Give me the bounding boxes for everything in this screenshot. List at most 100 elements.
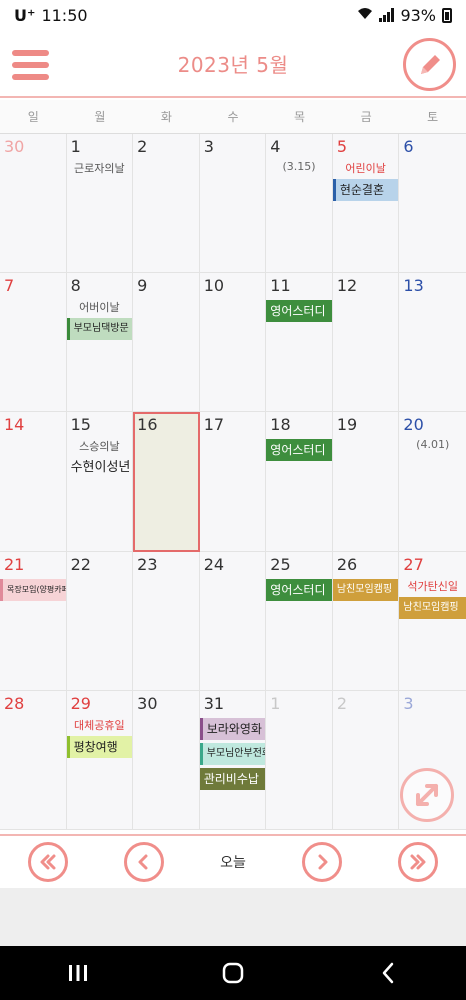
weekday-label: 토 (427, 110, 439, 124)
day-cell[interactable]: 29 대체공휴일 평창여행 (66, 690, 134, 830)
today-button[interactable]: 오늘 (220, 852, 246, 872)
signal-icon (379, 8, 395, 22)
day-cell[interactable]: 6 (399, 134, 466, 274)
day-cell[interactable]: 26 남친모임캠핑 (332, 551, 400, 691)
day-number: 31 (203, 693, 225, 713)
chevron-right-icon (318, 854, 328, 870)
day-number: 16 (137, 415, 158, 435)
day-cell[interactable]: 20 (4.01) (399, 412, 466, 552)
day-cell[interactable]: 30 (0, 134, 67, 274)
day-cell[interactable]: 27 석가탄신일 남친모임캠핑 (399, 552, 466, 691)
day-cell[interactable]: 5 어린이날 현순결혼 (332, 134, 400, 274)
pencil-icon (420, 54, 440, 74)
day-cell[interactable]: 1 근로자의날 (66, 134, 134, 274)
day-cell[interactable]: 9 (133, 273, 200, 413)
holiday-label: 석가탄신일 (407, 579, 458, 593)
day-number: 8 (70, 276, 81, 296)
day-cell[interactable]: 13 (399, 273, 466, 413)
day-cell[interactable]: 31 보라와영화 부모님안부전화 관리비수납 (199, 690, 267, 830)
expand-icon (416, 784, 438, 806)
calendar-event[interactable]: 영어스터디 (266, 439, 332, 462)
calendar-event[interactable]: 영어스터디 (266, 578, 332, 601)
home-button[interactable] (203, 953, 263, 993)
day-number: 23 (137, 554, 158, 574)
calendar-event[interactable]: 평창여행 (66, 735, 133, 758)
calendar-event[interactable]: 수현이성년 (67, 457, 133, 479)
holiday-label: 대체공휴일 (74, 718, 125, 732)
recent-apps-button[interactable] (48, 953, 108, 993)
day-number: 20 (403, 415, 424, 435)
last-month-button[interactable] (397, 842, 438, 882)
calendar-event[interactable]: 현순결혼 (332, 179, 399, 201)
calendar-event[interactable]: 남친모임캠핑 (399, 596, 466, 619)
day-number: 2 (336, 693, 348, 713)
home-icon (222, 962, 244, 984)
menu-button[interactable] (12, 50, 49, 80)
calendar-event[interactable]: 영어스터디 (266, 300, 332, 323)
calendar-grid: 30 1 근로자의날 2 3 4 (3.15) 5 어린이날 현순결혼 6 7 8 어버이날 부모님댁방문 9… (0, 134, 466, 830)
calendar-event[interactable]: 남친모임캠핑 (332, 578, 399, 601)
day-cell[interactable]: 24 (199, 551, 267, 691)
day-cell[interactable]: 30 (133, 690, 200, 830)
status-bar: U⁺ 11:50 93% (0, 0, 466, 30)
day-cell[interactable]: 7 (0, 273, 67, 413)
day-number: 13 (403, 276, 424, 296)
day-cell[interactable]: 2 (133, 134, 200, 274)
day-cell[interactable]: 17 (199, 412, 267, 552)
day-cell[interactable]: 3 (199, 134, 267, 274)
system-navigation-bar (0, 946, 466, 1000)
day-cell[interactable]: 23 (133, 551, 200, 691)
day-number: 9 (137, 276, 148, 296)
day-number: 30 (137, 693, 158, 713)
calendar-event[interactable]: 보라와영화 (199, 717, 266, 740)
double-chevron-right-icon (410, 854, 426, 870)
first-month-button[interactable] (28, 842, 69, 882)
day-cell[interactable]: 11 영어스터디 (266, 273, 333, 413)
day-cell[interactable]: 28 (0, 690, 67, 830)
day-number: 14 (4, 415, 25, 435)
calendar-event[interactable]: 부모님댁방문 (66, 318, 133, 341)
lunar-date: (4.01) (416, 438, 450, 452)
next-month-button[interactable] (301, 842, 342, 882)
day-number: 30 (4, 137, 25, 156)
day-cell[interactable]: 8 어버이날 부모님댁방문 (66, 273, 134, 413)
holiday-label: 근로자의날 (74, 162, 125, 175)
day-number: 6 (403, 137, 414, 156)
calendar-event[interactable]: 관리비수납 (199, 767, 266, 790)
day-cell[interactable]: 19 (332, 412, 400, 552)
day-number: 4 (270, 137, 281, 156)
calendar-event[interactable]: 부모님안부전화 (199, 742, 266, 765)
day-number: 1 (70, 137, 81, 156)
day-cell[interactable]: 25 영어스터디 (266, 551, 333, 691)
day-number: 3 (403, 693, 414, 713)
prev-month-button[interactable] (124, 842, 165, 882)
back-button[interactable] (358, 953, 418, 993)
edit-button[interactable] (403, 38, 456, 91)
day-cell[interactable]: 18 영어스터디 (266, 412, 333, 552)
ad-area (0, 888, 466, 946)
day-cell-today[interactable]: 16 (133, 412, 200, 552)
day-cell[interactable]: 22 (66, 551, 134, 691)
day-cell[interactable]: 12 (332, 273, 400, 413)
day-number: 12 (336, 276, 358, 296)
day-cell[interactable]: 14 (0, 412, 67, 552)
status-left: U⁺ 11:50 (14, 6, 88, 25)
day-cell[interactable]: 15 스승의날 수현이성년 (66, 412, 134, 552)
weekday-header: 일월화수목금토 (0, 100, 466, 134)
day-cell[interactable]: 4 (3.15) (266, 134, 333, 274)
day-cell[interactable]: 21 목장모임(양평카페) (0, 551, 67, 691)
weekday-label: 목 (294, 110, 306, 124)
expand-button[interactable] (400, 768, 454, 822)
day-cell[interactable]: 10 (199, 273, 267, 413)
back-icon (383, 962, 394, 984)
holiday-label: 어린이날 (345, 162, 386, 175)
calendar-event[interactable]: 목장모임(양평카페) (0, 578, 66, 601)
carrier-label: U⁺ (14, 5, 36, 25)
day-cell[interactable]: 1 (266, 690, 333, 830)
day-number: 28 (4, 693, 25, 713)
day-number: 1 (270, 693, 281, 713)
hamburger-icon (12, 50, 49, 56)
month-title[interactable]: 2023년 5월 (178, 49, 289, 78)
day-cell[interactable]: 2 (332, 690, 400, 830)
day-number: 21 (4, 554, 25, 574)
